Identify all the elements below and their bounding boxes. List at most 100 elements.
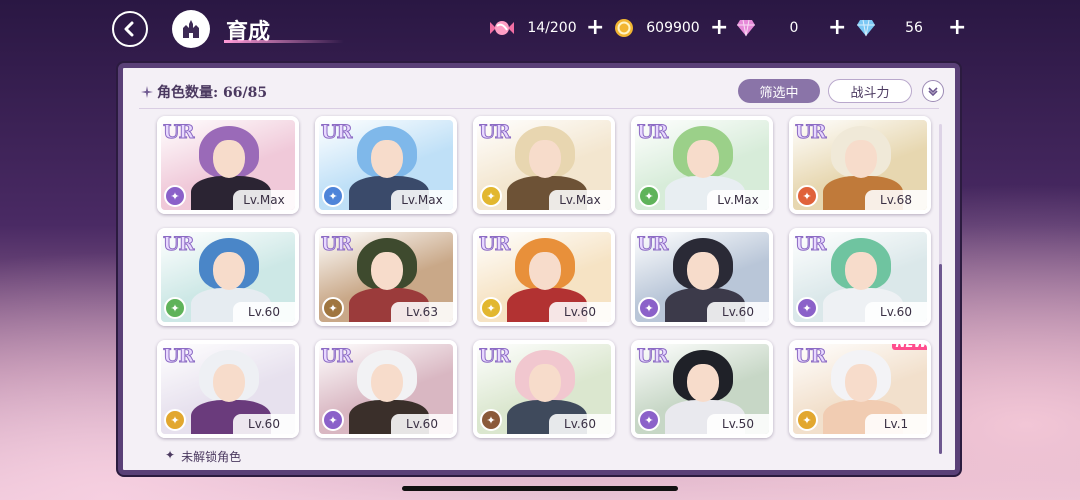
level-label: Lv.Max bbox=[707, 190, 769, 210]
attribute-icon: ✦ bbox=[796, 297, 818, 319]
character-card[interactable]: UR ✦ Lv.60 bbox=[315, 340, 457, 438]
resource-candy: 14/200 + bbox=[488, 16, 604, 40]
top-bar: 育成 14/200 + 609900 + 0 + 56 + bbox=[0, 0, 1080, 58]
home-button[interactable] bbox=[172, 10, 210, 48]
character-grid: UR ✦ Lv.Max UR ✦ Lv.Max UR ✦ Lv.Max UR ✦ Lv.Max UR ✦ L… bbox=[157, 116, 933, 438]
attribute-icon: ✦ bbox=[322, 409, 344, 431]
character-face bbox=[529, 364, 561, 402]
character-face bbox=[371, 140, 403, 178]
scrollbar[interactable] bbox=[939, 124, 942, 454]
add-blue-gem-button[interactable]: + bbox=[948, 17, 966, 39]
level-label: Lv.Max bbox=[233, 190, 295, 210]
character-card[interactable]: UR ✦ Lv.Max bbox=[631, 116, 773, 214]
blue-gem-value: 56 bbox=[905, 20, 923, 36]
character-face bbox=[529, 140, 561, 178]
level-label: Lv.1 bbox=[865, 414, 927, 434]
character-face bbox=[845, 252, 877, 290]
rarity-label: UR bbox=[636, 233, 668, 256]
back-arrow-icon bbox=[124, 21, 134, 37]
sort-button[interactable]: 战斗力 bbox=[828, 79, 912, 103]
character-card[interactable]: UR ✦ Lv.60 bbox=[157, 228, 299, 326]
character-face bbox=[213, 364, 245, 402]
attribute-icon: ✦ bbox=[638, 297, 660, 319]
coin-value: 609900 bbox=[646, 20, 700, 36]
level-label: Lv.60 bbox=[549, 302, 611, 322]
character-card[interactable]: UR ✦ Lv.63 bbox=[315, 228, 457, 326]
scrollbar-thumb[interactable] bbox=[939, 264, 942, 454]
level-label: Lv.60 bbox=[707, 302, 769, 322]
character-face bbox=[213, 252, 245, 290]
attribute-icon: ✦ bbox=[322, 185, 344, 207]
character-card[interactable]: UR ✦ Lv.Max bbox=[473, 116, 615, 214]
rarity-label: UR bbox=[478, 121, 510, 144]
resource-blue-gem: 56 + bbox=[856, 16, 966, 40]
attribute-icon: ✦ bbox=[638, 409, 660, 431]
rarity-label: UR bbox=[636, 345, 668, 368]
level-label: Lv.60 bbox=[391, 414, 453, 434]
candy-value: 14/200 bbox=[527, 20, 577, 36]
character-card[interactable]: UR ✦ Lv.60 bbox=[157, 340, 299, 438]
rarity-label: UR bbox=[162, 121, 194, 144]
attribute-icon: ✦ bbox=[480, 297, 502, 319]
level-label: Lv.Max bbox=[549, 190, 611, 210]
character-face bbox=[845, 140, 877, 178]
character-card[interactable]: UR ✦ Lv.60 bbox=[789, 228, 931, 326]
character-face bbox=[845, 364, 877, 402]
chevron-down-icon bbox=[928, 87, 938, 96]
filter-button[interactable]: 筛选中 bbox=[738, 79, 820, 103]
character-face bbox=[371, 364, 403, 402]
blue-diamond-icon bbox=[857, 19, 875, 37]
rarity-label: UR bbox=[478, 345, 510, 368]
character-card[interactable]: UR ✦ Lv.Max bbox=[157, 116, 299, 214]
character-face bbox=[687, 140, 719, 178]
character-face bbox=[687, 364, 719, 402]
character-face bbox=[213, 140, 245, 178]
character-card[interactable]: UR ✦ Lv.60 bbox=[473, 228, 615, 326]
pink-diamond-icon bbox=[737, 19, 755, 37]
level-label: Lv.Max bbox=[391, 190, 453, 210]
rarity-label: UR bbox=[320, 121, 352, 144]
rarity-label: UR bbox=[478, 233, 510, 256]
attribute-icon: ✦ bbox=[164, 409, 186, 431]
sparkle-icon bbox=[141, 86, 153, 98]
rarity-label: UR bbox=[320, 233, 352, 256]
rarity-label: UR bbox=[162, 345, 194, 368]
level-label: Lv.60 bbox=[549, 414, 611, 434]
add-pink-gem-button[interactable]: + bbox=[828, 17, 846, 39]
attribute-icon: ✦ bbox=[796, 409, 818, 431]
sort-order-toggle[interactable] bbox=[922, 80, 944, 102]
rarity-label: UR bbox=[794, 233, 826, 256]
level-label: Lv.60 bbox=[233, 414, 295, 434]
attribute-icon: ✦ bbox=[796, 185, 818, 207]
rarity-label: UR bbox=[636, 121, 668, 144]
resource-pink-gem: 0 + bbox=[736, 16, 846, 40]
rarity-label: UR bbox=[320, 345, 352, 368]
coin-icon bbox=[615, 19, 633, 37]
character-card[interactable]: UR ✦ Lv.1 NEW bbox=[789, 340, 931, 438]
title-decoration bbox=[224, 40, 344, 43]
add-candy-button[interactable]: + bbox=[586, 17, 604, 39]
rarity-label: UR bbox=[162, 233, 194, 256]
character-panel: 角色数量: 66/85 筛选中 战斗力 UR ✦ Lv.Max UR ✦ Lv.Max UR… bbox=[118, 63, 960, 475]
locked-characters-section[interactable]: ✦ 未解锁角色 bbox=[165, 448, 241, 465]
back-button[interactable] bbox=[112, 11, 148, 47]
home-indicator[interactable] bbox=[402, 486, 678, 491]
character-card[interactable]: UR ✦ Lv.60 bbox=[631, 228, 773, 326]
level-label: Lv.60 bbox=[233, 302, 295, 322]
locked-characters-label: 未解锁角色 bbox=[181, 450, 242, 464]
level-label: Lv.60 bbox=[865, 302, 927, 322]
character-face bbox=[687, 252, 719, 290]
character-card[interactable]: UR ✦ Lv.50 bbox=[631, 340, 773, 438]
candy-icon bbox=[490, 21, 514, 35]
character-card[interactable]: UR ✦ Lv.Max bbox=[315, 116, 457, 214]
character-card[interactable]: UR ✦ Lv.60 bbox=[473, 340, 615, 438]
new-badge: NEW bbox=[891, 344, 927, 350]
character-face bbox=[529, 252, 561, 290]
character-card[interactable]: UR ✦ Lv.68 bbox=[789, 116, 931, 214]
attribute-icon: ✦ bbox=[638, 185, 660, 207]
level-label: Lv.50 bbox=[707, 414, 769, 434]
add-coin-button[interactable]: + bbox=[710, 17, 728, 39]
pink-gem-value: 0 bbox=[789, 20, 799, 36]
sparkle-icon: ✦ bbox=[165, 448, 176, 462]
rarity-label: UR bbox=[794, 121, 826, 144]
